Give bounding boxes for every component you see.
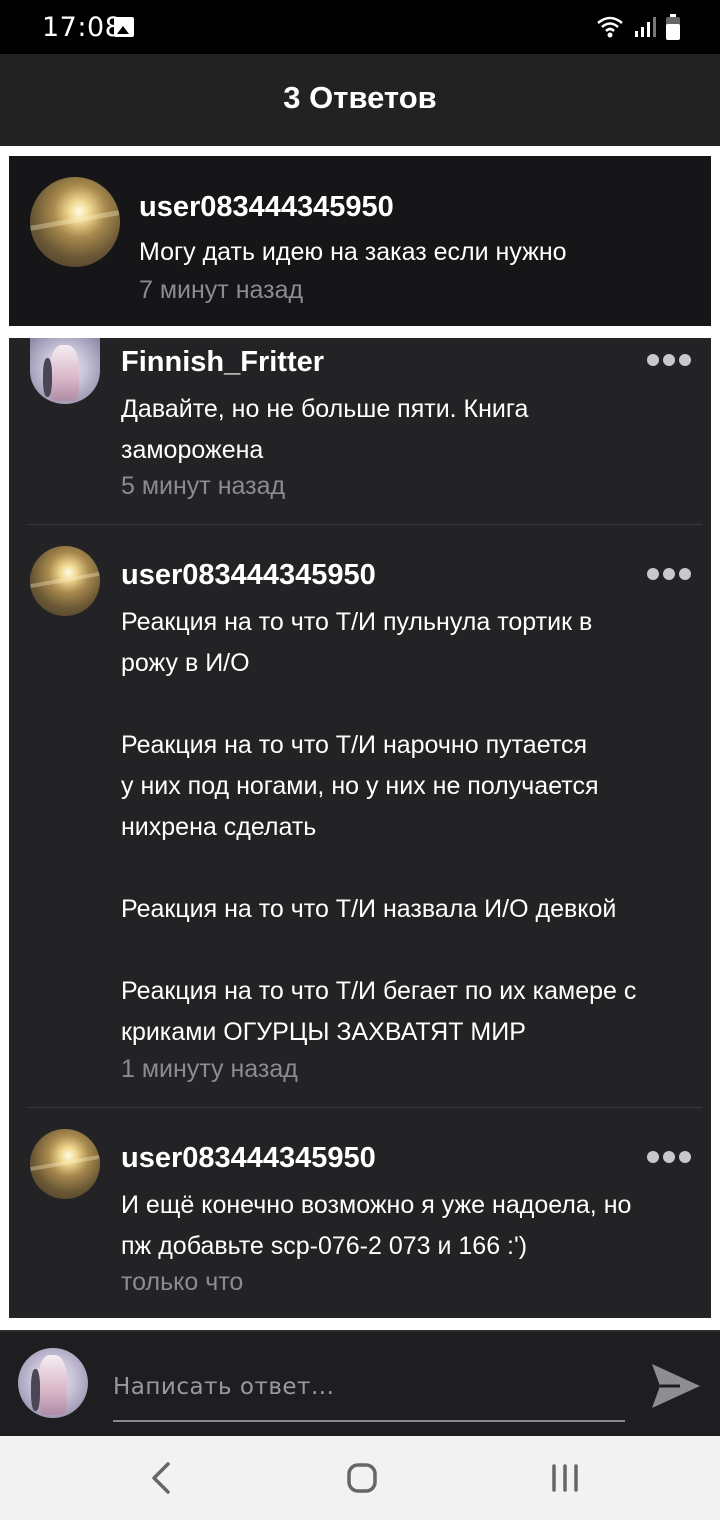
reply-composer: Написать ответ... [0,1330,720,1436]
image-icon [114,17,134,37]
avatar[interactable] [30,177,120,267]
comment-username[interactable]: user083444345950 [139,191,394,224]
battery-icon [666,14,680,40]
reply-item: user083444345950 Реакция на то что Т/И п… [9,525,711,1107]
home-icon[interactable] [342,1458,382,1498]
parent-comment-card[interactable]: user083444345950 Могу дать идею на заказ… [9,156,711,326]
avatar[interactable] [30,546,100,616]
reply-time: 5 минут назад [121,472,286,500]
recents-icon[interactable] [545,1458,585,1498]
reply-text: Давайте, но не больше пяти. Книга заморо… [121,395,529,464]
reply-item: Finnish_Fritter Давайте, но не больше пя… [9,338,711,524]
send-icon[interactable] [650,1360,702,1412]
avatar[interactable] [18,1348,88,1418]
wifi-icon [597,16,623,38]
signal-icon [635,17,656,37]
reply-time: только что [121,1268,244,1296]
status-icons [596,14,680,40]
reply-text: И ещё конечно возможно я уже надоела, но… [121,1191,632,1260]
more-options-icon[interactable] [647,354,691,366]
page-title: 3 Ответов [283,80,437,115]
reply-username[interactable]: user083444345950 [121,1142,376,1175]
reply-time: 1 минуту назад [121,1055,298,1083]
reply-username[interactable]: user083444345950 [121,559,376,592]
comment-time: 7 минут назад [139,276,304,304]
reply-text: Реакция на то что Т/И пульнула тортик в … [121,608,637,1046]
status-time: 17:08 [42,12,123,43]
comment-text: Могу дать идею на заказ если нужно [139,238,567,266]
reply-username[interactable]: Finnish_Fritter [121,346,324,379]
reply-input[interactable]: Написать ответ... [113,1358,625,1422]
avatar[interactable] [30,338,100,404]
back-icon[interactable] [142,1458,182,1498]
more-options-icon[interactable] [647,1151,691,1163]
reply-item: user083444345950 И ещё конечно возможно … [9,1108,711,1318]
system-navbar [0,1436,720,1520]
replies-list[interactable]: Finnish_Fritter Давайте, но не больше пя… [9,338,711,1318]
replies-header: 3 Ответов [0,54,720,146]
avatar[interactable] [30,1129,100,1199]
parent-comment: user083444345950 Могу дать идею на заказ… [0,146,720,338]
more-options-icon[interactable] [647,568,691,580]
status-bar: 17:08 [0,0,720,54]
